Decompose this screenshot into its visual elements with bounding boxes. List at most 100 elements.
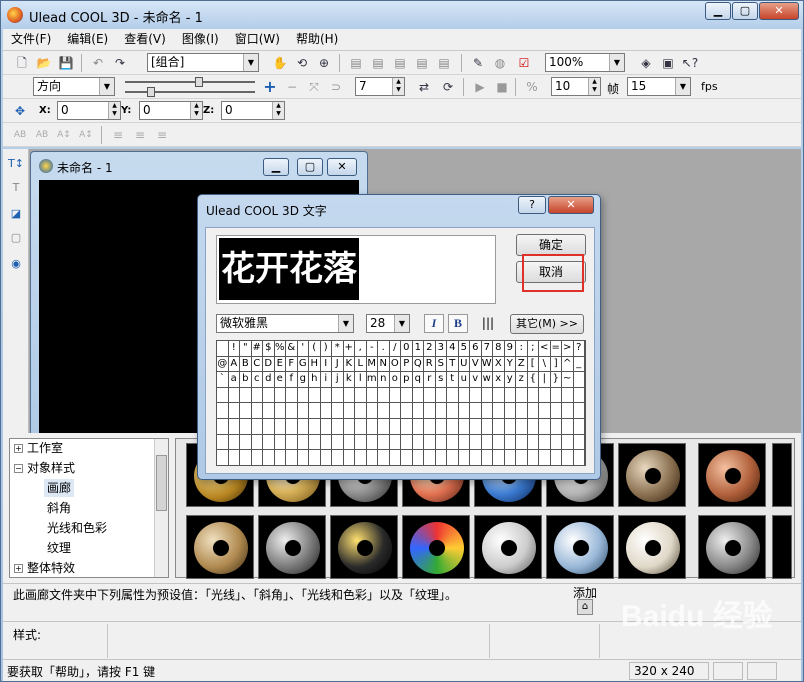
char-cell[interactable]: !: [228, 341, 240, 357]
object-icon-3[interactable]: ▤: [391, 54, 409, 72]
geometry-tool-icon[interactable]: ▢: [7, 229, 25, 247]
char-cell[interactable]: s: [435, 372, 447, 388]
refresh-icon[interactable]: ⟳: [439, 78, 457, 96]
char-cell[interactable]: [320, 419, 332, 435]
other-options-button[interactable]: 其它(M) >>: [510, 314, 584, 334]
remove-frame-icon[interactable]: −: [283, 78, 301, 96]
char-cell[interactable]: [366, 419, 378, 435]
char-cell[interactable]: F: [286, 356, 298, 373]
char-cell[interactable]: [527, 387, 539, 404]
play-icon[interactable]: ▶: [471, 78, 489, 96]
char-cell[interactable]: [320, 403, 332, 419]
char-cell[interactable]: [527, 434, 539, 451]
char-cell[interactable]: [355, 403, 367, 419]
char-cell[interactable]: [286, 434, 298, 451]
char-cell[interactable]: [493, 419, 505, 435]
char-cell[interactable]: [297, 387, 309, 404]
char-cell[interactable]: g: [297, 372, 309, 388]
rotate-tool-icon[interactable]: ⟲: [293, 54, 311, 72]
redo-icon[interactable]: ↷: [111, 54, 129, 72]
char-cell[interactable]: [504, 387, 516, 404]
save-icon[interactable]: 💾: [57, 54, 75, 72]
char-cell[interactable]: [309, 434, 321, 451]
char-cell[interactable]: ,: [355, 341, 367, 357]
char-cell[interactable]: [447, 419, 459, 435]
char-cell[interactable]: f: [286, 372, 298, 388]
char-cell[interactable]: [378, 450, 390, 466]
char-cell[interactable]: [504, 450, 516, 466]
char-cell[interactable]: Z: [516, 356, 528, 373]
char-cell[interactable]: [389, 403, 401, 419]
char-cell[interactable]: [539, 450, 551, 466]
char-cell[interactable]: r: [424, 372, 436, 388]
text-spacing-icon-3[interactable]: A↕: [55, 126, 73, 144]
object-icon-5[interactable]: ▤: [435, 54, 453, 72]
char-cell[interactable]: [251, 403, 263, 419]
help-pointer-icon[interactable]: ↖?: [681, 54, 699, 72]
zoom-select[interactable]: 100% ▼: [545, 53, 625, 72]
char-cell[interactable]: i: [320, 372, 332, 388]
char-cell[interactable]: [401, 387, 413, 404]
char-cell[interactable]: &: [286, 341, 298, 357]
char-cell[interactable]: |: [539, 372, 551, 388]
char-cell[interactable]: [309, 419, 321, 435]
text-spacing-icon-2[interactable]: AB: [33, 126, 51, 144]
char-cell[interactable]: n: [378, 372, 390, 388]
gallery-thumb[interactable]: [698, 515, 766, 579]
char-cell[interactable]: [539, 387, 551, 404]
object-icon-4[interactable]: ▤: [413, 54, 431, 72]
tree-item-bevel[interactable]: 斜角: [47, 499, 71, 517]
export-icon[interactable]: ▣: [659, 54, 677, 72]
char-cell[interactable]: O: [389, 356, 401, 373]
char-cell[interactable]: [481, 450, 493, 466]
char-cell[interactable]: [550, 450, 562, 466]
char-cell[interactable]: [240, 419, 252, 435]
render-tool-icon[interactable]: ◉: [7, 255, 25, 273]
char-cell[interactable]: m: [366, 372, 378, 388]
char-cell[interactable]: [458, 403, 470, 419]
char-cell[interactable]: Y: [504, 356, 516, 373]
char-cell[interactable]: 6: [470, 341, 482, 357]
char-cell[interactable]: :: [516, 341, 528, 357]
char-cell[interactable]: [332, 403, 344, 419]
char-cell[interactable]: [332, 419, 344, 435]
char-cell[interactable]: [573, 403, 585, 419]
gallery-thumb[interactable]: [698, 443, 766, 507]
gallery-thumb[interactable]: [772, 443, 792, 507]
char-cell[interactable]: [366, 450, 378, 466]
char-cell[interactable]: W: [481, 356, 493, 373]
char-cell[interactable]: [447, 450, 459, 466]
char-cell[interactable]: `: [217, 372, 229, 388]
char-cell[interactable]: [343, 403, 355, 419]
char-cell[interactable]: [424, 387, 436, 404]
doc-maximize-button[interactable]: ▢: [297, 158, 323, 176]
char-cell[interactable]: [562, 419, 574, 435]
tree-item-texture[interactable]: 纹理: [47, 539, 71, 557]
dialog-help-button[interactable]: ?: [518, 196, 546, 214]
char-cell[interactable]: E: [274, 356, 286, 373]
char-cell[interactable]: [516, 387, 528, 404]
char-cell[interactable]: [240, 403, 252, 419]
char-cell[interactable]: [527, 450, 539, 466]
char-cell[interactable]: >: [562, 341, 574, 357]
char-cell[interactable]: [470, 403, 482, 419]
char-cell[interactable]: 5: [458, 341, 470, 357]
char-cell[interactable]: T: [447, 356, 459, 373]
char-cell[interactable]: P: [401, 356, 413, 373]
char-cell[interactable]: [263, 434, 275, 451]
char-cell[interactable]: [332, 434, 344, 451]
char-cell[interactable]: [309, 403, 321, 419]
char-cell[interactable]: *: [332, 341, 344, 357]
align-right-icon[interactable]: ≡: [153, 126, 171, 144]
char-cell[interactable]: [412, 450, 424, 466]
char-cell[interactable]: H: [309, 356, 321, 373]
char-cell[interactable]: [424, 419, 436, 435]
close-button[interactable]: ✕: [759, 2, 799, 20]
char-cell[interactable]: [297, 450, 309, 466]
char-cell[interactable]: [435, 387, 447, 404]
object-select[interactable]: [组合] ▼: [147, 53, 259, 72]
char-cell[interactable]: [539, 419, 551, 435]
char-cell[interactable]: [435, 450, 447, 466]
align-left-icon[interactable]: ≡: [109, 126, 127, 144]
char-cell[interactable]: R: [424, 356, 436, 373]
